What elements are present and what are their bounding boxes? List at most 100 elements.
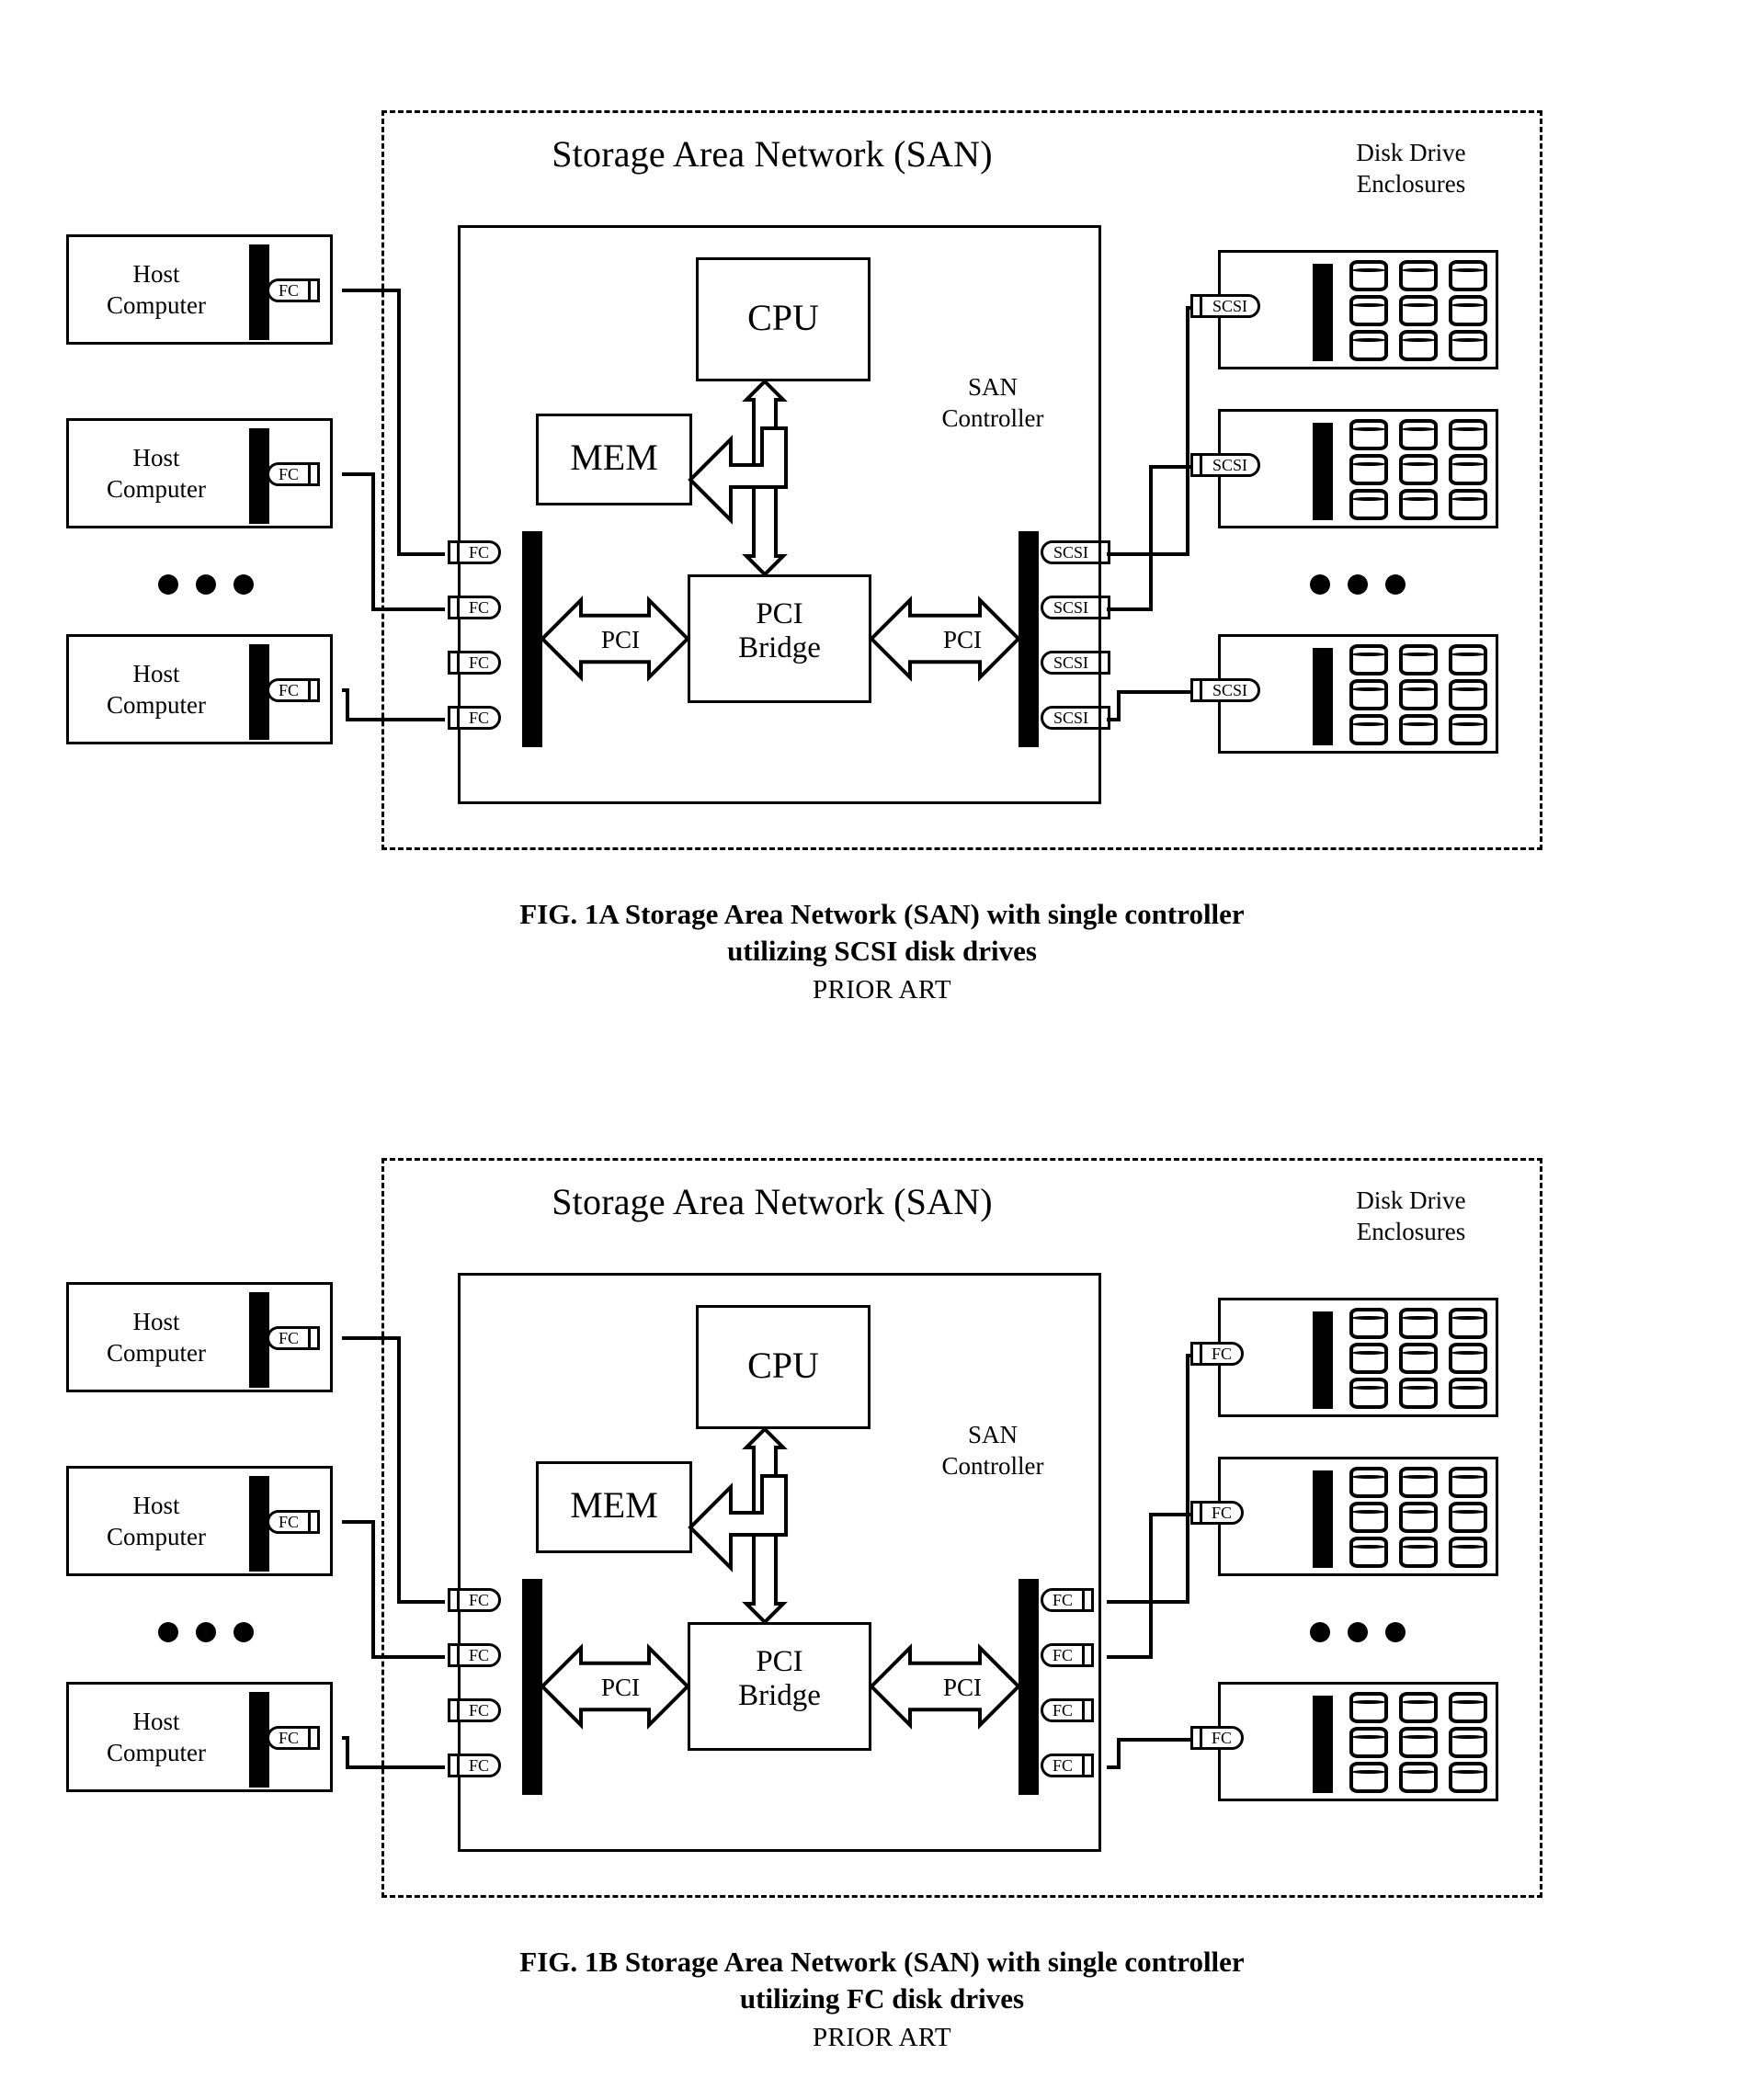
enclosure-backplane xyxy=(1313,264,1333,361)
disk-drive xyxy=(1449,1467,1487,1498)
disk-drive xyxy=(1449,1308,1487,1339)
disk-drive xyxy=(1449,679,1487,710)
controller-back-port-fc-1: FC xyxy=(1041,1588,1094,1612)
pci-bus-left-label: PCI xyxy=(600,626,641,653)
wire xyxy=(397,552,445,556)
enclosure-ellipsis xyxy=(1310,574,1406,595)
wire xyxy=(342,472,371,476)
pci-bridge-label: PCI Bridge xyxy=(738,597,821,664)
controller-back-backplane xyxy=(1019,531,1039,747)
port-label: FC xyxy=(267,1326,311,1350)
disk-drive xyxy=(1399,1727,1438,1758)
disk-drive xyxy=(1349,1727,1388,1758)
pci-bridge-box: PCI Bridge xyxy=(688,1622,871,1751)
wire xyxy=(1107,718,1117,721)
caption-line-1: FIG. 1A Storage Area Network (SAN) with … xyxy=(519,898,1245,930)
disk-drive xyxy=(1449,1378,1487,1409)
controller-back-port-fc-3: FC xyxy=(1041,1698,1094,1722)
disk-drive xyxy=(1349,679,1388,710)
wire xyxy=(1117,690,1190,694)
host-port-fc: FC xyxy=(267,678,320,702)
port-label: FC xyxy=(1041,1754,1085,1777)
disk-drive xyxy=(1399,1378,1438,1409)
disk-drive xyxy=(1349,1343,1388,1374)
disk-enclosure-box xyxy=(1218,1298,1498,1417)
wire xyxy=(346,718,445,721)
enclosure-backplane xyxy=(1313,648,1333,745)
wire xyxy=(342,1520,371,1524)
port-label: FC xyxy=(267,462,311,486)
disk-drive xyxy=(1449,489,1487,520)
disk-drive xyxy=(1449,1692,1487,1723)
cpu-label: CPU xyxy=(747,1344,819,1386)
controller-front-port-fc-2: FC xyxy=(448,1643,501,1667)
disk-enclosure-box xyxy=(1218,1682,1498,1801)
disk-drive xyxy=(1399,295,1438,326)
wire xyxy=(1117,690,1121,721)
port-label: FC xyxy=(267,678,311,702)
port-label: FC xyxy=(457,540,501,564)
disk-drive xyxy=(1349,1467,1388,1498)
disk-drive xyxy=(1449,330,1487,361)
disk-drive xyxy=(1349,714,1388,745)
enclosure-port-fc-1: FC xyxy=(1190,1342,1244,1366)
wire xyxy=(1107,1600,1186,1604)
controller-front-port-fc-4: FC xyxy=(448,706,501,730)
san-controller-title: SAN Controller xyxy=(941,373,1044,432)
host-computer-label: Host Computer xyxy=(107,1708,206,1766)
port-label: FC xyxy=(1041,1588,1085,1612)
wire xyxy=(1117,1738,1121,1769)
wire xyxy=(1107,1765,1117,1769)
disk-drive-enclosures-title: Disk Drive Enclosures xyxy=(1356,139,1466,198)
cpu-label: CPU xyxy=(747,296,819,338)
wire xyxy=(397,289,401,552)
wire xyxy=(346,1736,349,1765)
disk-drive xyxy=(1349,1537,1388,1568)
disk-drive-enclosures-title: Disk Drive Enclosures xyxy=(1356,1186,1466,1245)
enclosure-ellipsis xyxy=(1310,1622,1406,1642)
enclosure-backplane xyxy=(1313,423,1333,520)
cpu-box: CPU xyxy=(696,1305,871,1429)
wire xyxy=(1186,1354,1190,1357)
port-label: FC xyxy=(457,651,501,675)
pci-bus-left-label: PCI xyxy=(600,1674,641,1701)
disk-drive xyxy=(1399,260,1438,291)
host-port-fc: FC xyxy=(267,1510,320,1534)
enclosure-port-fc-2: FC xyxy=(1190,1501,1244,1525)
controller-back-port-scsi-1: SCSI xyxy=(1041,540,1110,564)
host-ellipsis xyxy=(158,1622,254,1642)
enclosure-port-scsi-2: SCSI xyxy=(1190,453,1260,477)
disk-enclosure-box xyxy=(1218,1457,1498,1576)
wire xyxy=(342,289,397,292)
port-label: FC xyxy=(1041,1643,1085,1667)
wire xyxy=(371,1655,445,1659)
disk-drive xyxy=(1449,1762,1487,1793)
disk-drive xyxy=(1399,644,1438,675)
host-computer-label: Host Computer xyxy=(107,260,206,319)
san-title: Storage Area Network (SAN) xyxy=(552,133,993,175)
wire xyxy=(1117,1738,1190,1742)
disk-drive xyxy=(1449,714,1487,745)
controller-back-port-fc-4: FC xyxy=(1041,1754,1094,1777)
wire xyxy=(1186,1354,1189,1604)
host-port-fc: FC xyxy=(267,462,320,486)
wire xyxy=(397,1600,445,1604)
host-computer-label: Host Computer xyxy=(107,1308,206,1367)
controller-back-port-fc-2: FC xyxy=(1041,1643,1094,1667)
host-computer-label: Host Computer xyxy=(107,444,206,503)
wire xyxy=(371,607,445,611)
figure-1a: Storage Area Network (SAN) Disk Drive Encl… xyxy=(0,0,1764,1048)
port-label: SCSI xyxy=(1041,540,1101,564)
disk-drive xyxy=(1349,489,1388,520)
pci-bus-right-label: PCI xyxy=(942,1674,983,1701)
figure-caption: FIG. 1B Storage Area Network (SAN) with … xyxy=(0,1944,1764,2057)
caption-line-1: FIG. 1B Storage Area Network (SAN) with … xyxy=(519,1946,1245,1978)
port-label: SCSI xyxy=(1200,678,1260,702)
pci-bus-right-label: PCI xyxy=(942,626,983,653)
mem-bus-arrow xyxy=(688,1474,788,1572)
controller-front-port-fc-1: FC xyxy=(448,1588,501,1612)
port-label: FC xyxy=(267,278,311,302)
mem-label: MEM xyxy=(570,437,658,478)
controller-back-port-scsi-4: SCSI xyxy=(1041,706,1110,730)
controller-front-port-fc-3: FC xyxy=(448,651,501,675)
